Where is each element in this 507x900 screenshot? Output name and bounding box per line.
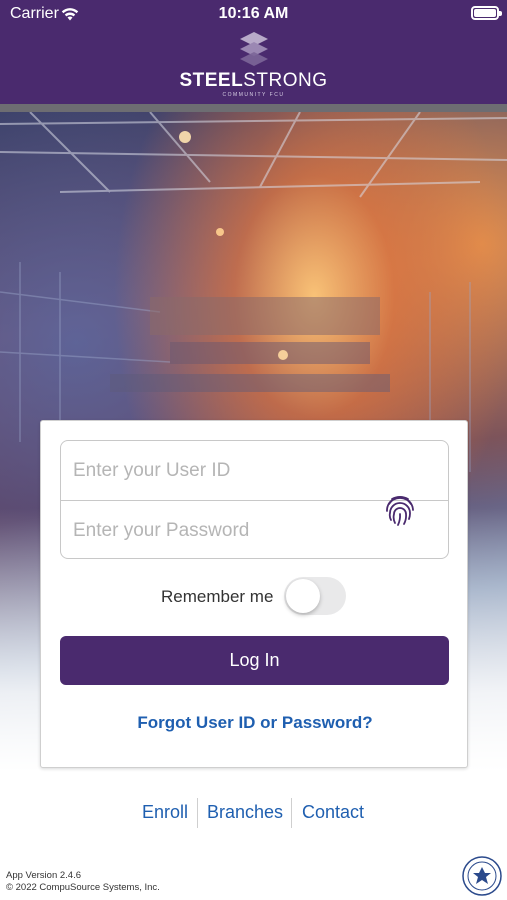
- header-divider: [0, 104, 507, 112]
- forgot-credentials-link[interactable]: Forgot User ID or Password?: [41, 713, 469, 733]
- logo-text-bold: STEEL: [179, 70, 244, 91]
- status-time: 10:16 AM: [218, 5, 289, 22]
- branches-link[interactable]: Branches: [207, 802, 283, 823]
- brand-logo: STEELSTRONG COMMUNITY FCU: [0, 30, 507, 102]
- logo-mark-icon: [240, 32, 268, 73]
- login-button[interactable]: Log In: [60, 636, 449, 685]
- link-divider: [291, 798, 292, 828]
- logo-subtitle: COMMUNITY FCU: [222, 92, 285, 98]
- fingerprint-icon[interactable]: [383, 493, 417, 527]
- enroll-link[interactable]: Enroll: [142, 802, 188, 823]
- app-version: App Version 2.4.6: [6, 870, 81, 881]
- footer-links: Enroll Branches Contact: [0, 798, 507, 828]
- logo-wordmark: STEELSTRONG: [0, 70, 507, 92]
- copyright: © 2022 CompuSource Systems, Inc.: [6, 882, 160, 893]
- login-card: Remember me Log In Forgot User ID or Pas…: [40, 420, 468, 768]
- user-id-input[interactable]: [61, 441, 448, 500]
- app-version-info: App Version 2.4.6 © 2022 CompuSource Sys…: [6, 870, 160, 894]
- link-divider: [197, 798, 198, 828]
- status-bar: Carrier 10:16 AM: [0, 0, 507, 30]
- logo-text-light: STRONG: [243, 70, 328, 91]
- battery-icon: [471, 6, 502, 20]
- toggle-knob: [286, 579, 320, 613]
- contact-link[interactable]: Contact: [302, 802, 364, 823]
- remember-me-toggle[interactable]: [284, 577, 346, 615]
- remember-me-label: Remember me: [161, 587, 274, 606]
- app-header: Carrier 10:16 AM STEELSTRONG COMMUNITY F…: [0, 0, 507, 104]
- ncua-seal-icon: [462, 856, 502, 896]
